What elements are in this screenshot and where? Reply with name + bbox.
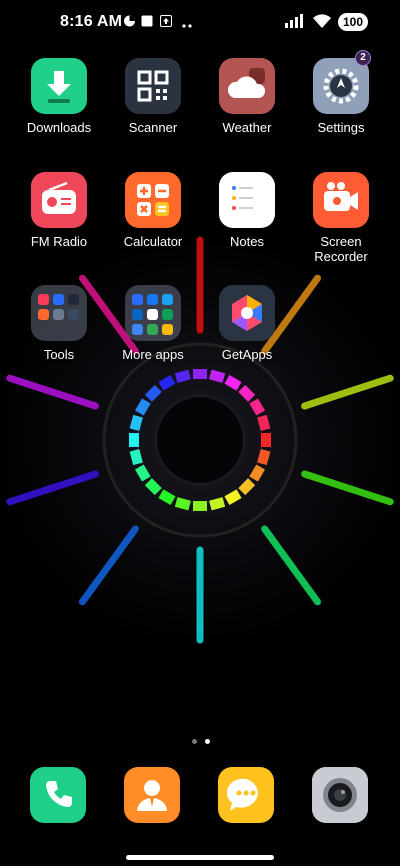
mini-app-icon bbox=[132, 324, 143, 335]
dock-messages[interactable] bbox=[218, 767, 274, 823]
app-label: Notes bbox=[230, 234, 264, 249]
app-label: More apps bbox=[122, 347, 184, 362]
page-indicator bbox=[188, 731, 214, 749]
app-settings[interactable]: Settings bbox=[293, 58, 389, 135]
stop-icon bbox=[141, 15, 153, 27]
data-saver-icon bbox=[124, 15, 135, 27]
mini-app-icon bbox=[132, 294, 143, 305]
mini-app-icon bbox=[162, 324, 173, 335]
app-screen-recorder[interactable]: Screen Recorder bbox=[293, 172, 389, 264]
upload-icon bbox=[160, 15, 172, 27]
getapps-icon bbox=[219, 285, 275, 341]
app-label: FM Radio bbox=[30, 234, 88, 249]
home-indicator[interactable] bbox=[126, 855, 274, 860]
app-scanner[interactable]: Scanner bbox=[105, 58, 201, 135]
app-weather[interactable]: Weather bbox=[199, 58, 295, 135]
notification-badge: 2 bbox=[355, 50, 371, 66]
mini-app-icon bbox=[132, 309, 143, 320]
app-label: Settings bbox=[317, 120, 365, 135]
app-label: Tools bbox=[43, 347, 75, 362]
app-label: Downloads bbox=[26, 120, 92, 135]
mini-app-icon bbox=[68, 294, 79, 305]
app-label: Scanner bbox=[128, 120, 178, 135]
app-fm-radio[interactable]: FM Radio bbox=[11, 172, 107, 249]
mini-app-icon bbox=[147, 309, 158, 320]
download-icon bbox=[31, 58, 87, 114]
phone-icon bbox=[46, 781, 72, 807]
wifi-icon bbox=[313, 14, 331, 28]
mini-app-icon bbox=[53, 309, 64, 320]
page-dot-active[interactable] bbox=[205, 739, 210, 744]
page-dot[interactable] bbox=[192, 739, 197, 744]
app-label: Calculator bbox=[123, 234, 183, 249]
status-clock: 8:16 AM bbox=[60, 13, 123, 30]
app-label: GetApps bbox=[221, 347, 273, 362]
contact-icon bbox=[137, 780, 167, 811]
qr-scanner-icon bbox=[125, 58, 181, 114]
mini-app-icon bbox=[162, 294, 173, 305]
dock-camera[interactable] bbox=[312, 767, 368, 823]
mini-app-icon bbox=[162, 309, 173, 320]
app-calculator[interactable]: Calculator bbox=[105, 172, 201, 249]
mini-app-icon bbox=[53, 294, 64, 305]
status-bar: 8:16 AM 100 bbox=[0, 0, 400, 44]
folder-icon bbox=[31, 285, 87, 341]
app-label: Screen Recorder bbox=[293, 234, 389, 264]
app-notes[interactable]: Notes bbox=[199, 172, 295, 249]
notes-icon bbox=[219, 172, 275, 228]
cloud-icon bbox=[219, 58, 275, 114]
folder-tools[interactable]: Tools bbox=[11, 285, 107, 362]
cellular-signal-icon bbox=[285, 14, 303, 28]
more-dots-icon bbox=[182, 24, 192, 28]
folder-more-apps[interactable]: More apps bbox=[105, 285, 201, 362]
dock-phone[interactable] bbox=[30, 767, 86, 823]
folder-icon bbox=[125, 285, 181, 341]
app-getapps[interactable]: GetApps bbox=[199, 285, 295, 362]
app-downloads[interactable]: Downloads bbox=[11, 58, 107, 135]
battery-indicator: 100 bbox=[338, 13, 368, 31]
mini-app-icon bbox=[38, 309, 49, 320]
calculator-icon bbox=[125, 172, 181, 228]
message-icon bbox=[226, 778, 258, 811]
mini-app-icon bbox=[147, 324, 158, 335]
mini-app-icon bbox=[68, 309, 79, 320]
mini-app-icon bbox=[147, 294, 158, 305]
gear-icon bbox=[313, 58, 369, 114]
app-label: Weather bbox=[222, 120, 272, 135]
mini-app-icon bbox=[38, 294, 49, 305]
app-label-line1: Screen bbox=[320, 234, 362, 249]
app-label-line2: Recorder bbox=[314, 249, 368, 264]
camera-icon bbox=[312, 767, 368, 823]
video-camera-icon bbox=[313, 172, 369, 228]
dock-contacts[interactable] bbox=[124, 767, 180, 823]
radio-icon bbox=[31, 172, 87, 228]
